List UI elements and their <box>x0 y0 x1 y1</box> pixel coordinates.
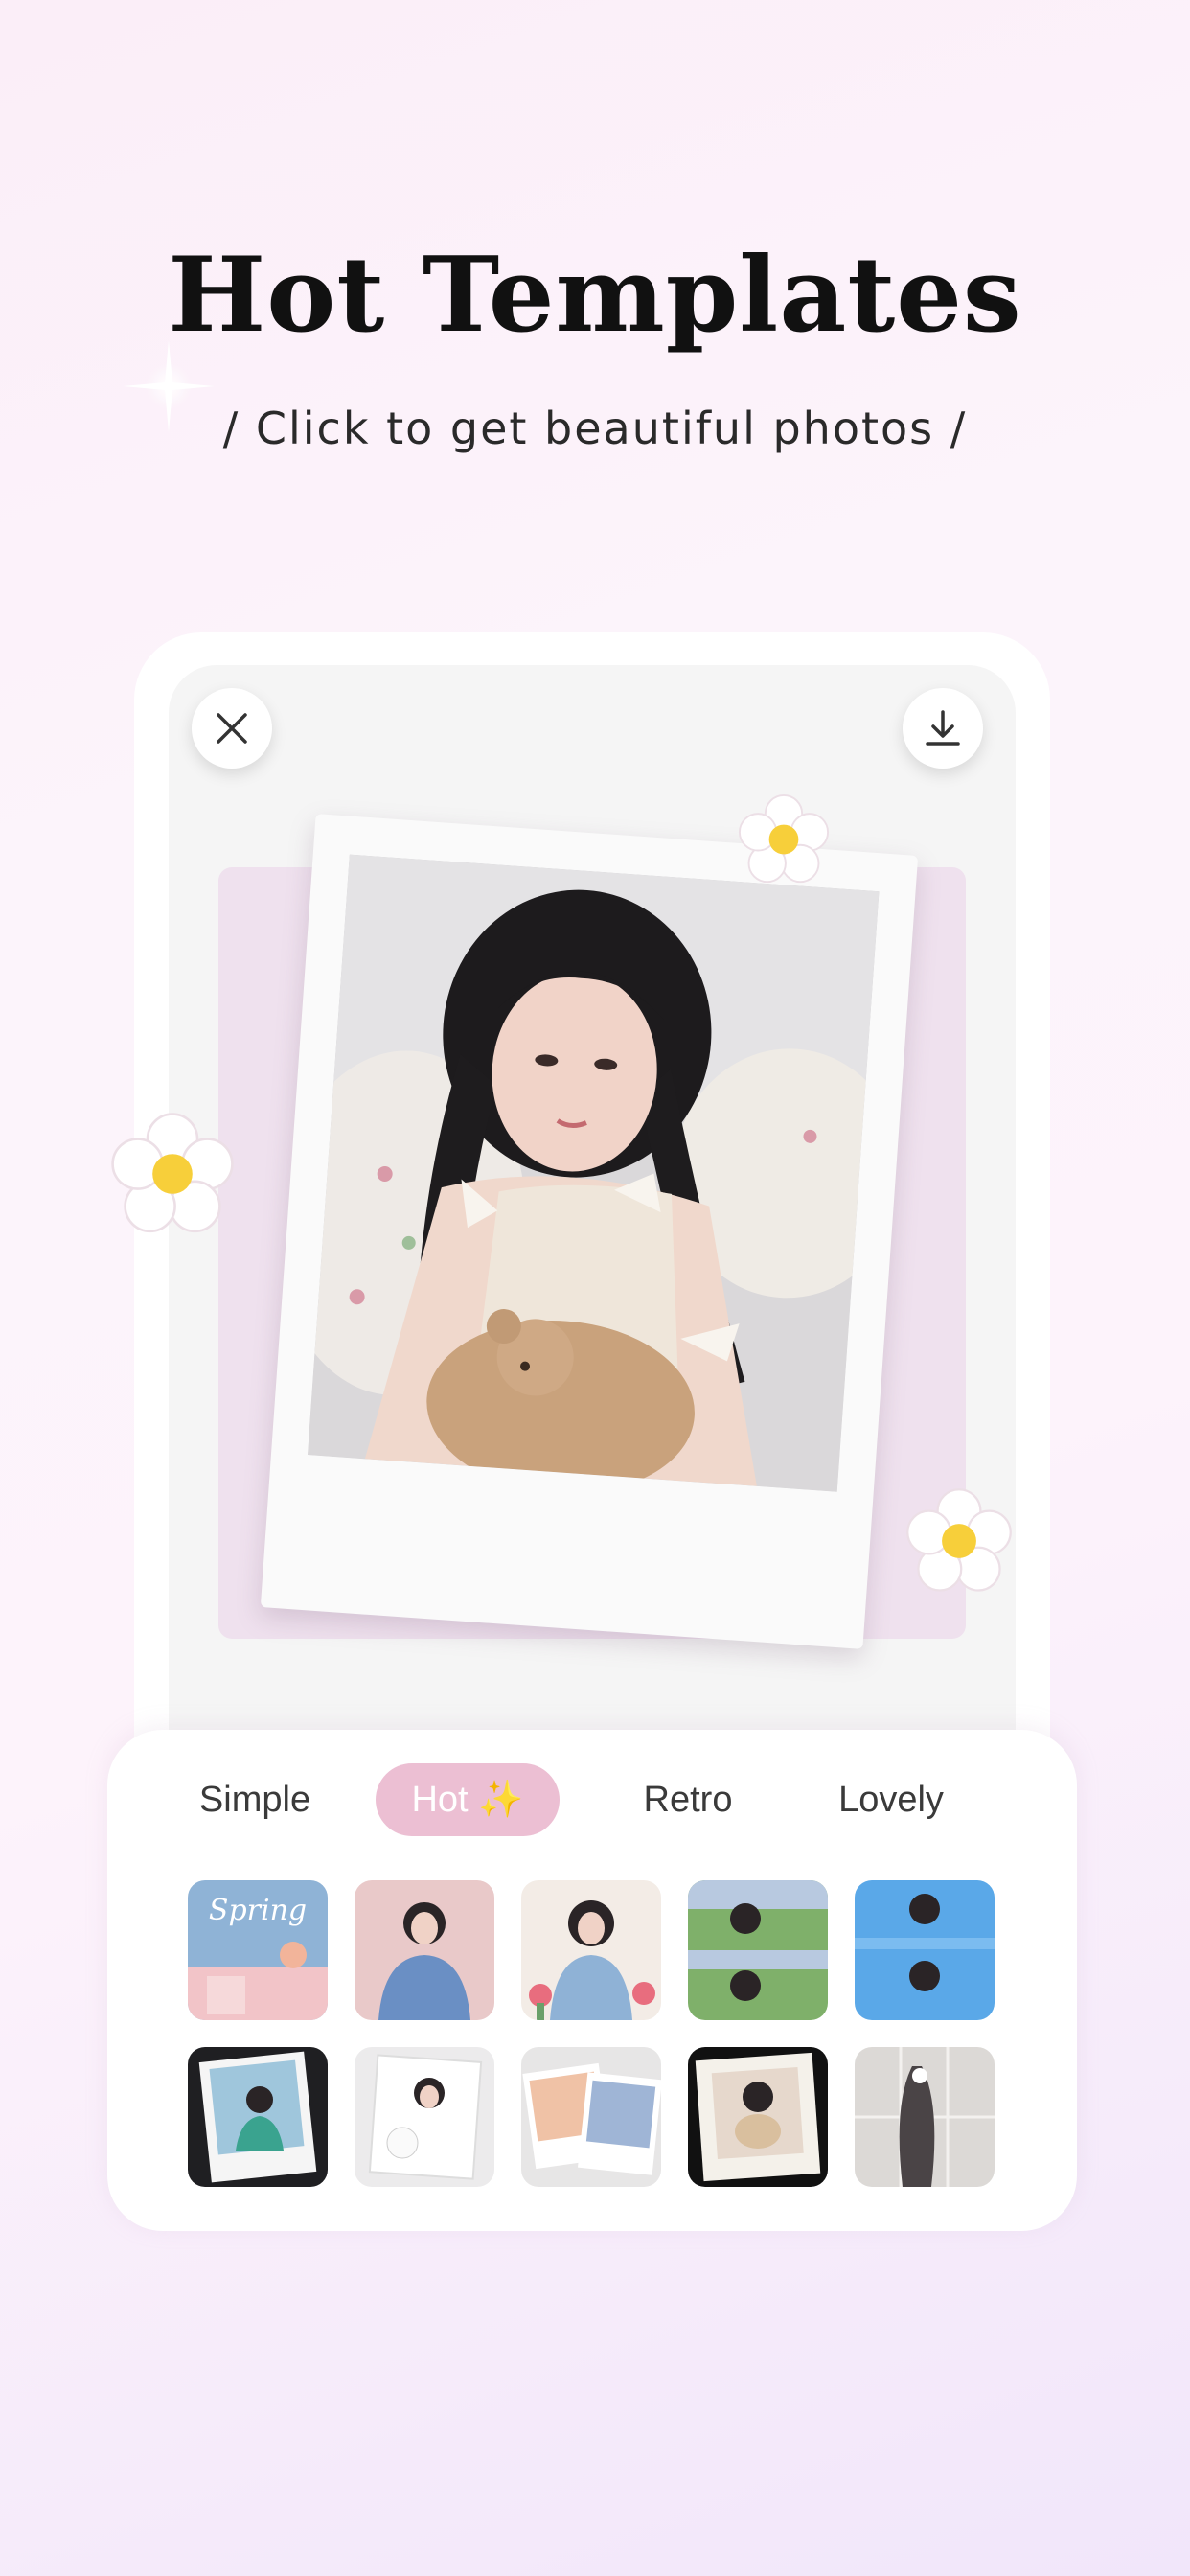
template-thumb[interactable]: Spring <box>188 1880 328 2020</box>
template-thumb[interactable] <box>855 1880 995 2020</box>
polaroid-frame <box>260 814 919 1649</box>
template-label: Spring <box>208 1894 308 1927</box>
close-button[interactable] <box>192 688 272 769</box>
flower-icon <box>111 1113 234 1233</box>
template-thumb[interactable] <box>688 1880 828 2020</box>
flower-icon <box>906 1488 1012 1592</box>
tab-retro[interactable]: Retro <box>607 1763 768 1836</box>
template-thumb[interactable] <box>521 2047 661 2187</box>
template-thumb[interactable] <box>355 2047 494 2187</box>
download-icon <box>926 710 960 746</box>
download-button[interactable] <box>903 688 983 769</box>
preview-photo <box>308 854 880 1492</box>
page-title: Hot Templates <box>168 235 1022 356</box>
template-thumb[interactable] <box>521 1880 661 2020</box>
close-icon <box>217 713 247 744</box>
template-thumb[interactable] <box>355 1880 494 2020</box>
page-subtitle: / Click to get beautiful photos / <box>222 402 968 454</box>
template-thumb[interactable] <box>188 2047 328 2187</box>
tab-lovely[interactable]: Lovely <box>811 1763 972 1836</box>
template-thumb[interactable] <box>855 2047 995 2187</box>
template-thumb[interactable] <box>688 2047 828 2187</box>
flower-icon <box>738 794 830 884</box>
tab-simple[interactable]: Simple <box>174 1763 335 1836</box>
tab-hot[interactable]: Hot ✨ <box>376 1763 560 1836</box>
